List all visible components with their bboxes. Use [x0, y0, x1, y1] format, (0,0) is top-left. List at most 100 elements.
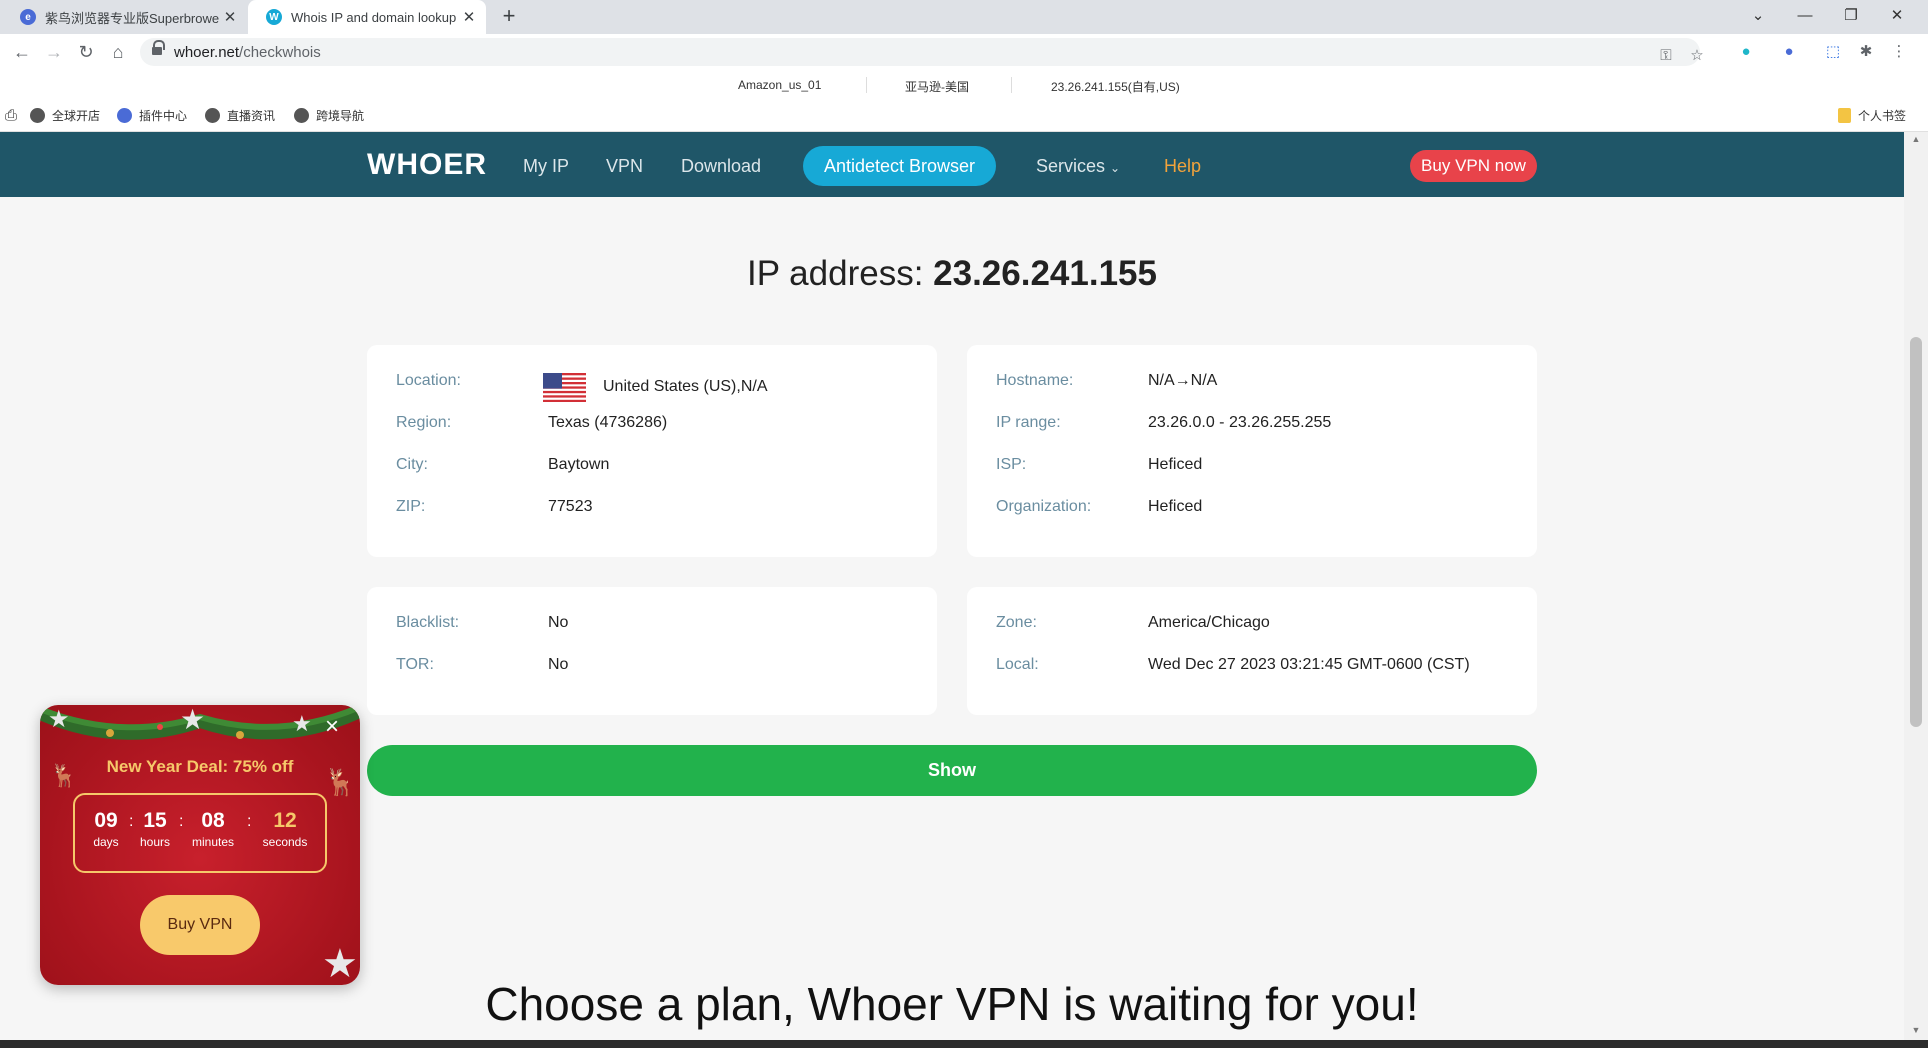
- page-scrollbar[interactable]: ▲ ▼: [1904, 132, 1928, 1040]
- bookmark-item[interactable]: 直播资讯: [205, 107, 275, 124]
- url-text: whoer.net/checkwhois: [174, 44, 321, 61]
- menu-dots-icon[interactable]: ⋮: [1888, 41, 1910, 63]
- new-tab-icon[interactable]: +: [496, 4, 522, 30]
- plugin-icon: [117, 108, 132, 123]
- blacklist-value: No: [548, 614, 569, 631]
- bookmark-folder[interactable]: 个人书签: [1838, 107, 1906, 124]
- countdown-timer: 09 days : 15 hours : 08 minutes : 12 seconds: [73, 793, 327, 873]
- folder-icon: [1838, 108, 1851, 123]
- whoer-favicon-icon: W: [266, 9, 282, 25]
- bookmark-item[interactable]: 跨境导航: [294, 107, 364, 124]
- star-icon: ★: [180, 705, 206, 735]
- location-row: Location: United States (US),N/A: [396, 372, 768, 396]
- tab-search-icon[interactable]: ⌄: [1735, 0, 1781, 34]
- local-time-row: Local: Wed Dec 27 2023 03:21:45 GMT-0600…: [996, 656, 1470, 674]
- ip-range-row: IP range: 23.26.0.0 - 23.26.255.255: [996, 414, 1331, 432]
- bookmark-star-icon[interactable]: ☆: [1686, 45, 1708, 67]
- tab-title: Whois IP and domain lookup: [291, 9, 457, 25]
- divider: [866, 77, 867, 93]
- field-label: Hostname:: [996, 372, 1074, 389]
- bookmark-item[interactable]: 全球开店: [30, 107, 100, 124]
- divider: [1011, 77, 1012, 93]
- tab-close-icon[interactable]: ✕: [219, 8, 241, 26]
- extension-teal-icon[interactable]: ●: [1735, 41, 1757, 63]
- zone-value: America/Chicago: [1148, 614, 1270, 631]
- close-icon[interactable]: ×: [320, 715, 344, 739]
- browser-tab-bar: e 紫鸟浏览器专业版Superbrower ✕ W Whois IP and d…: [0, 0, 1928, 34]
- nav-services[interactable]: Services ⌄: [1036, 156, 1120, 177]
- hostname-value: N/A→N/A: [1148, 372, 1218, 389]
- blacklist-card: Blacklist: No TOR: No: [367, 587, 937, 715]
- puzzle-icon[interactable]: ✱: [1855, 41, 1877, 63]
- restore-icon[interactable]: ❐: [1828, 0, 1874, 34]
- bookmark-item[interactable]: 插件中心: [117, 107, 187, 124]
- whoer-logo[interactable]: WHOER: [367, 148, 487, 182]
- local-time-value: Wed Dec 27 2023 03:21:45 GMT-0600 (CST): [1148, 656, 1470, 673]
- tab-superbrowser[interactable]: e 紫鸟浏览器专业版Superbrower ✕: [2, 0, 247, 34]
- scroll-up-icon[interactable]: ▲: [1904, 134, 1928, 144]
- timer-minutes: 08 minutes: [191, 809, 235, 849]
- apps-icon[interactable]: ⎙: [5, 107, 17, 124]
- globe-icon: [294, 108, 309, 123]
- minimize-icon[interactable]: —: [1782, 0, 1828, 34]
- browser-favicon-icon: e: [20, 9, 36, 25]
- bookmarks-bar: ⎙ 全球开店 插件中心 直播资讯 跨境导航 个人书签: [0, 100, 1928, 132]
- isp-row: ISP: Heficed: [996, 456, 1202, 474]
- show-button[interactable]: Show: [367, 745, 1537, 796]
- forward-icon[interactable]: →: [40, 38, 68, 66]
- nav-antidetect-browser[interactable]: Antidetect Browser: [803, 146, 996, 186]
- platform-name: 亚马逊-美国: [905, 80, 969, 94]
- time-card: Zone: America/Chicago Local: Wed Dec 27 …: [967, 587, 1537, 715]
- timer-separator: :: [179, 813, 184, 830]
- home-icon[interactable]: ⌂: [104, 38, 132, 66]
- reload-icon[interactable]: ↻: [72, 38, 100, 66]
- field-label: TOR:: [396, 656, 434, 673]
- star-icon: ★: [322, 942, 358, 985]
- browser-toolbar: ← → ↻ ⌂ whoer.net/checkwhois ⚿ ☆ ● ● ⬚ ✱…: [0, 34, 1928, 70]
- network-card: Hostname: N/A→N/A IP range: 23.26.0.0 - …: [967, 345, 1537, 557]
- nav-help[interactable]: Help: [1164, 156, 1201, 177]
- tor-value: No: [548, 656, 569, 673]
- address-bar[interactable]: whoer.net/checkwhois ⚿ ☆: [140, 38, 1704, 67]
- buy-vpn-now-button[interactable]: Buy VPN now: [1410, 150, 1537, 182]
- field-label: ZIP:: [396, 498, 426, 515]
- field-label: Local:: [996, 656, 1039, 673]
- back-icon[interactable]: ←: [8, 38, 36, 66]
- promo-buy-vpn-button[interactable]: Buy VPN: [140, 895, 260, 955]
- lock-icon: [152, 40, 165, 57]
- star-icon: ★: [292, 711, 312, 736]
- translate-icon[interactable]: ⬚: [1822, 41, 1844, 63]
- scroll-down-icon[interactable]: ▼: [1904, 1025, 1928, 1035]
- account-name: Amazon_us_01: [738, 78, 822, 92]
- chevron-down-icon: ⌄: [1110, 161, 1121, 175]
- nav-download[interactable]: Download: [681, 156, 761, 177]
- field-label: Zone:: [996, 614, 1037, 631]
- nav-vpn[interactable]: VPN: [606, 156, 643, 177]
- nav-my-ip[interactable]: My IP: [523, 156, 569, 177]
- tab-whois[interactable]: W Whois IP and domain lookup ✕: [248, 0, 486, 34]
- field-label: City:: [396, 456, 428, 473]
- ip-range-value: 23.26.0.0 - 23.26.255.255: [1148, 414, 1332, 431]
- site-header: WHOER My IP VPN Download Antidetect Brow…: [0, 132, 1904, 197]
- hostname-row: Hostname: N/A→N/A: [996, 372, 1217, 390]
- blacklist-row: Blacklist: No: [396, 614, 568, 632]
- new-year-promo-popup: ★ ★ ★ ★ 🦌 🦌 × New Year Deal: 75% off 09 d…: [40, 705, 360, 985]
- zip-row: ZIP: 77523: [396, 498, 593, 516]
- location-value: United States (US),N/A: [603, 378, 768, 395]
- tab-title: 紫鸟浏览器专业版Superbrower: [45, 10, 219, 26]
- scroll-thumb[interactable]: [1910, 337, 1922, 727]
- profile-info-bar: Amazon_us_01 亚马逊-美国 23.26.241.155(自有,US): [0, 70, 1928, 100]
- organization-value: Heficed: [1148, 498, 1203, 515]
- star-icon: ★: [48, 706, 70, 733]
- ip-address-heading: IP address: 23.26.241.155: [747, 254, 1157, 293]
- plan-heading: Choose a plan, Whoer VPN is waiting for …: [485, 978, 1419, 1030]
- field-label: Region:: [396, 414, 452, 431]
- region-value: Texas (4736286): [548, 414, 668, 431]
- field-label: Location:: [396, 372, 461, 389]
- extension-blue-icon[interactable]: ●: [1778, 41, 1800, 63]
- tab-close-icon[interactable]: ✕: [458, 8, 480, 26]
- key-icon[interactable]: ⚿: [1655, 45, 1677, 67]
- close-window-icon[interactable]: ✕: [1874, 0, 1920, 34]
- region-row: Region: Texas (4736286): [396, 414, 667, 432]
- field-label: IP range:: [996, 414, 1061, 431]
